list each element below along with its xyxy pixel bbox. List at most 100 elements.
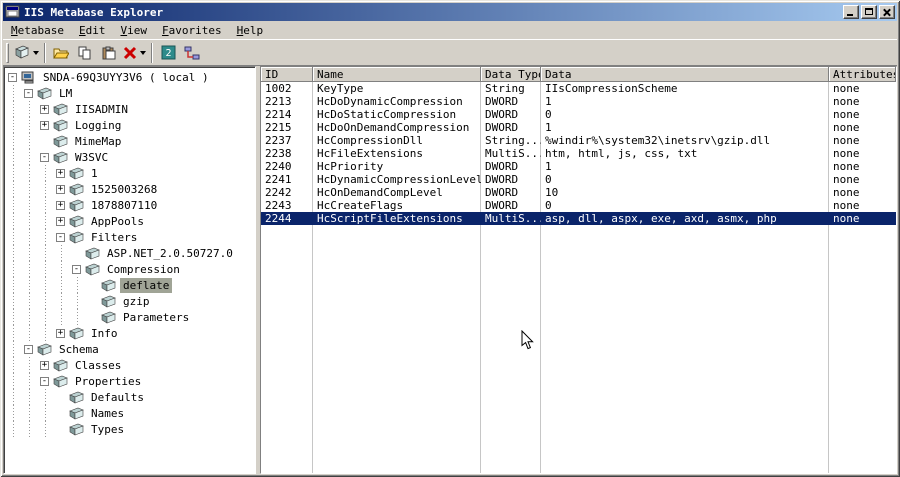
tree-item-label[interactable]: ASP.NET_2.0.50727.0: [104, 246, 236, 261]
tree-item-label[interactable]: Defaults: [88, 390, 147, 405]
expand-toggle[interactable]: -: [40, 152, 49, 162]
tree-item-label[interactable]: Properties: [72, 374, 144, 389]
tree-item-label[interactable]: Filters: [88, 230, 140, 245]
tree-item[interactable]: - W3SVC: [5, 149, 255, 165]
cell-id: 1002: [265, 82, 292, 95]
column-header-attributes[interactable]: Attributes: [829, 67, 896, 82]
tree-item[interactable]: ASP.NET_2.0.50727.0: [5, 245, 255, 261]
table-row[interactable]: 2214 HcDoStaticCompression DWORD 0 none: [261, 108, 896, 121]
tree-item-label[interactable]: Schema: [56, 342, 102, 357]
tree-item[interactable]: MimeMap: [5, 133, 255, 149]
tree-item[interactable]: deflate: [5, 277, 255, 293]
column-header-id[interactable]: ID: [261, 67, 313, 82]
tree-item[interactable]: + IISADMIN: [5, 101, 255, 117]
tree-item[interactable]: Types: [5, 421, 255, 437]
expand-toggle[interactable]: +: [56, 184, 65, 194]
expand-toggle[interactable]: +: [56, 168, 65, 178]
tree-item-label[interactable]: 1878807110: [88, 198, 160, 213]
table-row[interactable]: 2238 HcFileExtensions MultiS... htm, htm…: [261, 147, 896, 160]
cell-data: 0: [545, 173, 552, 186]
tree-item[interactable]: - SNDA-69Q3UYY3V6 ( local): [5, 69, 255, 85]
tree-item[interactable]: gzip: [5, 293, 255, 309]
tree-item[interactable]: + Logging: [5, 117, 255, 133]
close-button[interactable]: [879, 5, 895, 19]
tree-item[interactable]: + 1878807110: [5, 197, 255, 213]
menu-item-metabase[interactable]: Metabase: [4, 22, 72, 39]
delete-button[interactable]: [121, 42, 148, 64]
tree-item[interactable]: Names: [5, 405, 255, 421]
expand-toggle[interactable]: +: [56, 216, 65, 226]
tree-item-label[interactable]: Compression: [104, 262, 183, 277]
tree-guide-line: [5, 165, 21, 181]
tree-item-label[interactable]: 1525003268: [88, 182, 160, 197]
tree-item[interactable]: + 1525003268: [5, 181, 255, 197]
tree-item-label[interactable]: deflate: [120, 277, 173, 293]
tree-item[interactable]: - Compression: [5, 261, 255, 277]
tree-guide-line: [21, 389, 37, 405]
table-row[interactable]: 2213 HcDoDynamicCompression DWORD 1 none: [261, 95, 896, 108]
column-header-data-type[interactable]: Data Type: [481, 67, 541, 82]
expand-toggle[interactable]: -: [56, 232, 65, 242]
cell-data: htm, html, js, css, txt: [545, 147, 698, 160]
expand-toggle[interactable]: +: [56, 328, 65, 338]
minimize-button[interactable]: [843, 5, 859, 19]
menu-item-edit[interactable]: Edit: [72, 22, 114, 39]
network-button[interactable]: [180, 42, 204, 64]
copy-button[interactable]: [73, 42, 97, 64]
cell-data: 0: [545, 108, 552, 121]
tree-item-label[interactable]: gzip: [120, 294, 153, 309]
tree-item[interactable]: - Properties: [5, 373, 255, 389]
new-key-button[interactable]: [12, 42, 41, 64]
tree-item-label[interactable]: Parameters: [120, 310, 192, 325]
paste-button[interactable]: [97, 42, 121, 64]
expand-toggle[interactable]: -: [24, 88, 33, 98]
tree-item[interactable]: - Filters: [5, 229, 255, 245]
tree-item-label[interactable]: Types: [88, 422, 127, 437]
table-row[interactable]: 2241 HcDynamicCompressionLevel DWORD 0 n…: [261, 173, 896, 186]
tree-item-label[interactable]: AppPools: [88, 214, 147, 229]
table-row[interactable]: 2244 HcScriptFileExtensions MultiS... as…: [261, 212, 896, 225]
tree-item[interactable]: + AppPools: [5, 213, 255, 229]
column-header-data[interactable]: Data: [541, 67, 829, 82]
table-row[interactable]: 1002 KeyType String IIsCompressionScheme…: [261, 82, 896, 95]
expand-toggle[interactable]: +: [56, 200, 65, 210]
expand-toggle[interactable]: +: [40, 104, 49, 114]
table-row[interactable]: 2215 HcDoOnDemandCompression DWORD 1 non…: [261, 121, 896, 134]
tree-item-label[interactable]: W3SVC: [72, 150, 111, 165]
toolbar-separator: [44, 42, 46, 63]
maximize-button[interactable]: [861, 5, 877, 19]
tree-item-label[interactable]: Classes: [72, 358, 124, 373]
menu-item-help[interactable]: Help: [230, 22, 272, 39]
menu-item-view[interactable]: View: [113, 22, 155, 39]
menu-item-favorites[interactable]: Favorites: [155, 22, 230, 39]
tree-item-label[interactable]: 1: [88, 166, 101, 181]
table-row[interactable]: 2242 HcOnDemandCompLevel DWORD 10 none: [261, 186, 896, 199]
tree-item[interactable]: + Info: [5, 325, 255, 341]
table-row[interactable]: 2237 HcCompressionDll String... %windir%…: [261, 134, 896, 147]
tree-item-label[interactable]: Info: [88, 326, 121, 341]
tree-item[interactable]: + 1: [5, 165, 255, 181]
tree-item-label[interactable]: LM: [56, 86, 75, 101]
expand-toggle[interactable]: -: [24, 344, 33, 354]
tree-item[interactable]: Parameters: [5, 309, 255, 325]
table-row[interactable]: 2243 HcCreateFlags DWORD 0 none: [261, 199, 896, 212]
expand-toggle[interactable]: +: [40, 360, 49, 370]
open-button[interactable]: [49, 42, 73, 64]
tree-item-label[interactable]: IISADMIN: [72, 102, 131, 117]
tree-item-label[interactable]: SNDA-69Q3UYY3V6 ( local ): [40, 70, 212, 85]
expand-toggle[interactable]: -: [8, 72, 17, 82]
export-button[interactable]: 2: [156, 42, 180, 64]
toolbar-gripper[interactable]: [6, 42, 9, 63]
expand-toggle[interactable]: +: [40, 120, 49, 130]
tree-item[interactable]: - Schema: [5, 341, 255, 357]
tree-item[interactable]: - LM: [5, 85, 255, 101]
tree-item-label[interactable]: MimeMap: [72, 134, 124, 149]
tree-item[interactable]: + Classes: [5, 357, 255, 373]
column-header-name[interactable]: Name: [313, 67, 481, 82]
expand-toggle[interactable]: -: [72, 264, 81, 274]
table-row[interactable]: 2240 HcPriority DWORD 1 none: [261, 160, 896, 173]
expand-toggle[interactable]: -: [40, 376, 49, 386]
tree-item[interactable]: Defaults: [5, 389, 255, 405]
tree-item-label[interactable]: Names: [88, 406, 127, 421]
tree-item-label[interactable]: Logging: [72, 118, 124, 133]
